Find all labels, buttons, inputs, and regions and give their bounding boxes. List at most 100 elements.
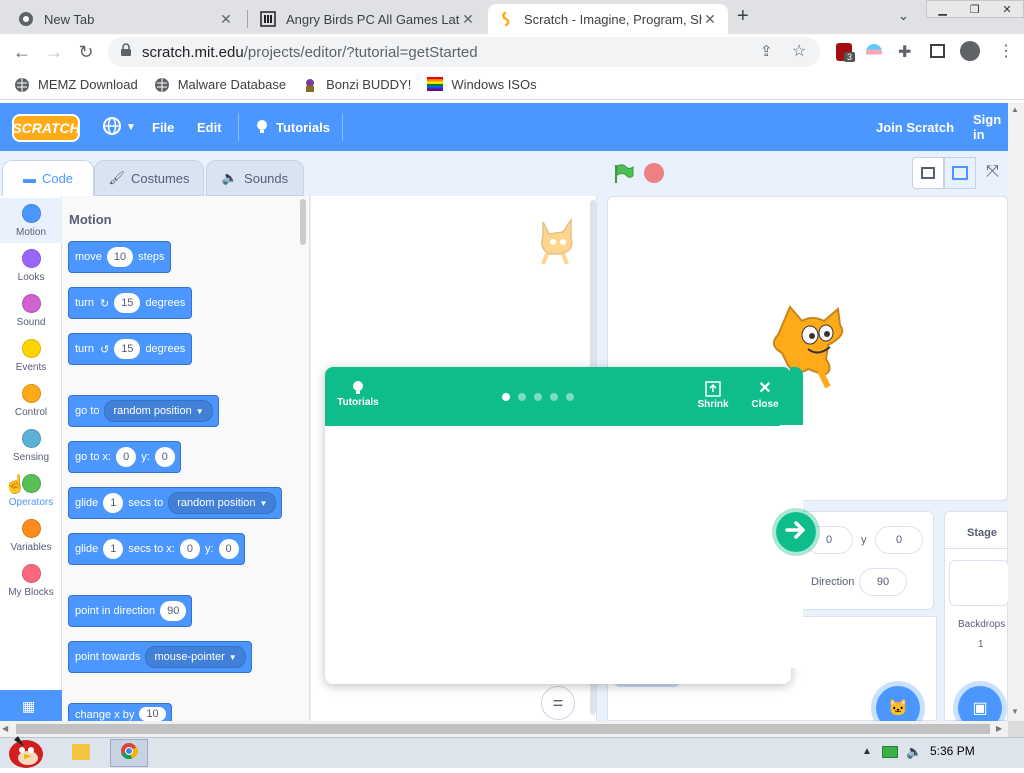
puzzle-icon[interactable]: ✚ bbox=[898, 42, 911, 62]
block-input[interactable]: 1 bbox=[103, 493, 124, 513]
bookmark-memz[interactable]: MEMZ Download bbox=[14, 77, 138, 93]
step-dot-1[interactable] bbox=[502, 393, 510, 401]
address-bar[interactable]: scratch.mit.edu/projects/editor/?tutoria… bbox=[108, 37, 820, 67]
scratch-logo[interactable]: SCRATCH bbox=[12, 114, 80, 142]
block-input[interactable]: 15 bbox=[114, 293, 141, 313]
sign-in-link[interactable]: Sign in bbox=[973, 103, 1008, 151]
battery-icon[interactable] bbox=[882, 746, 898, 758]
tab-costumes[interactable]: 🖌 Costumes bbox=[94, 160, 204, 196]
tab-new-tab[interactable]: New Tab ✕ bbox=[8, 4, 244, 34]
close-tab-icon[interactable]: ✕ bbox=[218, 11, 234, 28]
tab-sounds[interactable]: 🔈 Sounds bbox=[206, 160, 304, 196]
kebab-menu-icon[interactable]: ⋮ bbox=[998, 41, 1014, 61]
bookmark-bonzi[interactable]: Bonzi BUDDY! bbox=[302, 77, 411, 93]
taskbar-chrome[interactable] bbox=[110, 739, 148, 767]
bookmark-malware-db[interactable]: Malware Database bbox=[154, 77, 286, 93]
block-point-towards[interactable]: point towards mouse-pointer ▼ bbox=[68, 641, 252, 673]
volume-icon[interactable]: 🔈 bbox=[906, 744, 922, 760]
block-dropdown[interactable]: mouse-pointer ▼ bbox=[145, 646, 246, 668]
category-sensing[interactable]: Sensing bbox=[0, 423, 62, 468]
small-stage-button[interactable] bbox=[912, 157, 944, 189]
page-horizontal-scrollbar[interactable]: ◀ ▶ bbox=[0, 721, 1008, 737]
block-input[interactable]: 0 bbox=[218, 539, 239, 559]
file-explorer-icon[interactable] bbox=[72, 744, 90, 760]
tab-angry-birds[interactable]: Angry Birds PC All Games Late ✕ bbox=[250, 4, 486, 34]
block-turn-left[interactable]: turn ↺ 15 degrees bbox=[68, 333, 193, 365]
step-dot-5[interactable] bbox=[566, 393, 574, 401]
block-input[interactable]: 10 bbox=[106, 247, 134, 267]
side-panel-icon[interactable] bbox=[930, 44, 945, 58]
green-flag-icon[interactable] bbox=[612, 163, 634, 190]
block-input[interactable]: 15 bbox=[114, 339, 141, 359]
fullscreen-icon[interactable]: ⤧ bbox=[986, 163, 999, 181]
join-scratch-link[interactable]: Join Scratch bbox=[876, 103, 954, 151]
stop-icon[interactable] bbox=[644, 163, 664, 183]
block-input[interactable]: 0 bbox=[154, 447, 175, 467]
y-field[interactable]: 0 bbox=[875, 526, 923, 554]
scroll-right-icon[interactable]: ▶ bbox=[996, 724, 1002, 733]
stage-thumbnail[interactable] bbox=[949, 560, 1009, 606]
block-go-to-xy[interactable]: go to x: 0 y: 0 bbox=[68, 441, 181, 473]
tab-scratch[interactable]: Scratch - Imagine, Program, Sh ✕ bbox=[488, 4, 728, 34]
block-input[interactable]: 90 bbox=[160, 601, 187, 621]
block-input[interactable]: 10 bbox=[139, 707, 166, 721]
taskbar-clock[interactable]: 5:36 PM bbox=[930, 744, 975, 758]
bookmark-windows-isos[interactable]: Windows ISOs bbox=[427, 76, 537, 93]
share-icon[interactable]: ⇪ bbox=[760, 42, 773, 60]
block-input[interactable]: 0 bbox=[116, 447, 137, 467]
category-variables[interactable]: Variables bbox=[0, 513, 62, 558]
bookmark-star-icon[interactable]: ☆ bbox=[792, 41, 806, 61]
next-step-button[interactable] bbox=[772, 508, 820, 556]
shrink-button[interactable]: Shrink bbox=[693, 381, 733, 410]
close-button[interactable]: ✕ Close bbox=[745, 381, 785, 411]
category-sound[interactable]: Sound bbox=[0, 288, 62, 333]
tab-code[interactable]: ▬ Code bbox=[2, 160, 94, 196]
file-menu[interactable]: File bbox=[152, 103, 174, 151]
direction-field[interactable]: 90 bbox=[859, 568, 907, 596]
start-button[interactable] bbox=[4, 732, 46, 768]
restore-icon[interactable]: ❐ bbox=[970, 3, 980, 16]
zoom-reset-button[interactable]: = bbox=[541, 686, 575, 720]
tutorials-button[interactable]: Tutorials bbox=[335, 379, 381, 408]
scroll-thumb[interactable] bbox=[16, 724, 990, 734]
tutorials-menu[interactable]: Tutorials bbox=[254, 103, 330, 151]
new-tab-button[interactable]: + bbox=[737, 5, 749, 28]
palette-scrollbar[interactable] bbox=[300, 199, 306, 245]
step-dot-3[interactable] bbox=[534, 393, 542, 401]
scroll-down-icon[interactable]: ▼ bbox=[1011, 707, 1019, 716]
block-point-in-direction[interactable]: point in direction 90 bbox=[68, 595, 193, 627]
block-turn-right[interactable]: turn ↻ 15 degrees bbox=[68, 287, 193, 319]
add-extension-button[interactable]: ▦ bbox=[0, 690, 62, 721]
block-input[interactable]: 1 bbox=[103, 539, 124, 559]
block-glide-xy[interactable]: glide 1 secs to x: 0 y: 0 bbox=[68, 533, 245, 565]
category-my-blocks[interactable]: My Blocks bbox=[0, 558, 62, 603]
flag-extension-icon[interactable] bbox=[866, 44, 882, 60]
tab-search-icon[interactable]: ⌄ bbox=[898, 8, 909, 24]
category-events[interactable]: Events bbox=[0, 333, 62, 378]
block-dropdown[interactable]: random position ▼ bbox=[168, 492, 277, 514]
scroll-up-icon[interactable]: ▲ bbox=[1011, 105, 1019, 114]
block-move-steps[interactable]: move 10 steps bbox=[68, 241, 172, 273]
back-icon[interactable]: ← bbox=[10, 40, 34, 64]
large-stage-button[interactable] bbox=[944, 157, 976, 189]
close-tab-icon[interactable]: ✕ bbox=[702, 11, 718, 28]
block-change-x[interactable]: change x by 10 bbox=[68, 703, 172, 721]
category-control[interactable]: Control bbox=[0, 378, 62, 423]
minimize-icon[interactable]: ▁ bbox=[938, 3, 946, 16]
profile-avatar-icon[interactable] bbox=[960, 41, 980, 61]
tray-expand-icon[interactable]: ▲ bbox=[862, 746, 872, 757]
reload-icon[interactable]: ↻ bbox=[74, 40, 98, 64]
block-input[interactable]: 0 bbox=[179, 539, 200, 559]
block-glide-to[interactable]: glide 1 secs to random position ▼ bbox=[68, 487, 283, 519]
language-menu[interactable]: ▼ bbox=[102, 103, 136, 151]
forward-icon[interactable]: → bbox=[42, 40, 66, 64]
edit-menu[interactable]: Edit bbox=[197, 103, 222, 151]
block-dropdown[interactable]: random position ▼ bbox=[104, 400, 213, 422]
close-window-icon[interactable]: ✕ bbox=[1002, 3, 1011, 16]
step-dot-2[interactable] bbox=[518, 393, 526, 401]
step-dot-4[interactable] bbox=[550, 393, 558, 401]
page-vertical-scrollbar[interactable]: ▲ ▼ bbox=[1008, 103, 1024, 721]
block-go-to[interactable]: go to random position ▼ bbox=[68, 395, 219, 427]
close-tab-icon[interactable]: ✕ bbox=[460, 11, 476, 28]
category-motion[interactable]: Motion bbox=[0, 198, 62, 243]
